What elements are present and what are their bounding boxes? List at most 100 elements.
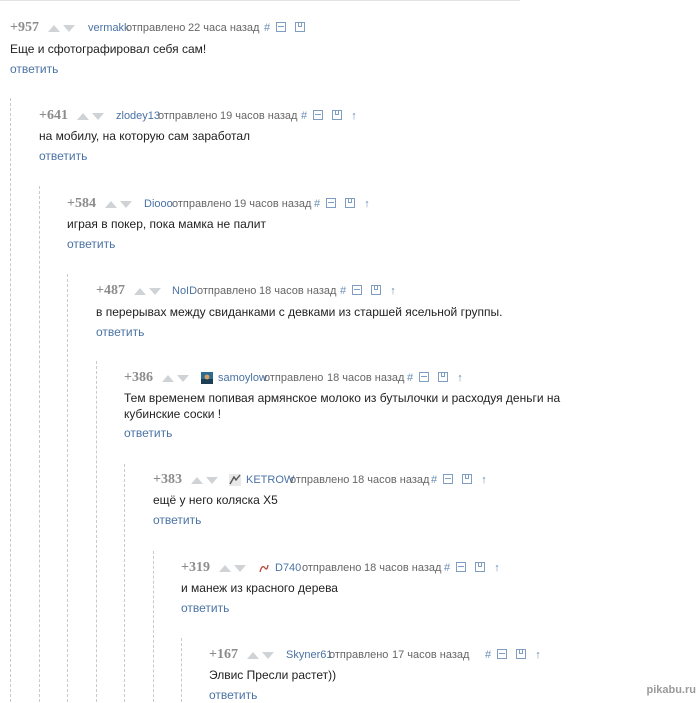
parent-arrow-icon[interactable]: ↑ [351,106,357,126]
permalink-icon[interactable]: # [444,558,450,578]
comment-tools: # ↑ [301,106,363,126]
permalink-icon[interactable]: # [301,106,307,126]
comment-time: 17 часов назад [392,649,470,661]
permalink-icon[interactable]: # [431,470,437,490]
comment-text: ещё у него коляска X5 [153,493,278,507]
comment-header: +167 Skyner61 отправлено 17 часов назад … [209,645,700,665]
vote-down-icon[interactable] [120,201,132,209]
vote-arrows [219,558,249,578]
comment-author[interactable]: NoID [172,281,197,301]
vote-arrows [105,194,135,214]
save-icon[interactable] [345,198,356,208]
comment-time: 19 часов назад [220,110,298,122]
collapse-icon[interactable] [456,562,467,572]
comment-author[interactable]: Diooo [144,194,173,214]
vote-up-icon[interactable] [105,201,117,209]
vote-up-icon[interactable] [162,375,174,383]
vote-down-icon[interactable] [149,288,161,296]
comment-header: +641 zlodey13 отправлено 19 часов назад … [39,106,700,126]
sent-label: отправлено [197,285,257,297]
comment-author[interactable]: KETROW [246,470,294,490]
vote-down-icon[interactable] [206,477,218,485]
collapse-icon[interactable] [313,110,324,120]
comment-author[interactable]: samoylow [218,368,267,388]
comment-rating: +383 [153,472,182,487]
reply-link[interactable]: ответить [153,512,700,528]
reply-link[interactable]: ответить [124,425,700,441]
reply-link[interactable]: ответить [181,600,700,616]
vote-arrows [247,645,277,665]
vote-down-icon[interactable] [234,565,246,573]
top-divider [0,0,520,1]
collapse-icon[interactable] [276,22,287,32]
save-icon[interactable] [371,285,382,295]
vote-up-icon[interactable] [134,288,146,296]
vote-arrows [162,368,192,388]
vote-up-icon[interactable] [77,113,89,121]
reply-link[interactable]: ответить [67,236,700,252]
comment-text: Элвис Пресли растет)) [209,668,337,682]
sent-label: отправлено [126,22,186,34]
site-watermark: pikabu.ru [646,684,696,696]
reply-link[interactable]: ответить [209,687,700,703]
avatar [201,368,217,388]
parent-arrow-icon[interactable]: ↑ [535,645,541,665]
comment-header: +487 NoID отправлено 18 часов назад # ↑ [96,281,700,301]
parent-arrow-icon[interactable]: ↑ [364,194,370,214]
collapse-icon[interactable] [443,474,454,484]
vote-up-icon[interactable] [48,25,60,33]
vote-arrows [48,18,78,38]
vote-up-icon[interactable] [219,565,231,573]
save-icon[interactable] [332,110,343,120]
comment-tools: # ↑ [444,558,506,578]
parent-arrow-icon[interactable]: ↑ [481,470,487,490]
vote-down-icon[interactable] [262,652,274,660]
comment-header: +584 Diooo отправлено 19 часов назад # ↑ [67,194,700,214]
comment-tools: # ↑ [407,368,469,388]
parent-arrow-icon[interactable]: ↑ [457,368,463,388]
save-icon[interactable] [295,22,306,32]
save-icon[interactable] [462,474,473,484]
reply-link[interactable]: ответить [39,148,700,164]
avatar [258,558,274,578]
permalink-icon[interactable]: # [264,18,270,38]
permalink-icon[interactable]: # [407,368,413,388]
comment-text: играя в покер, пока мамка не палит [67,217,266,231]
comment-time: 18 часов назад [364,562,442,574]
collapse-icon[interactable] [497,649,508,659]
collapse-icon[interactable] [326,198,337,208]
comment-time: 18 часов назад [259,285,337,297]
reply-link[interactable]: ответить [10,61,700,77]
comment-author[interactable]: Skyner61 [286,645,332,665]
vote-down-icon[interactable] [92,113,104,121]
parent-arrow-icon[interactable]: ↑ [390,281,396,301]
comment-author[interactable]: vermakk [88,18,130,38]
comment-tools: # ↑ [431,470,493,490]
vote-down-icon[interactable] [63,25,75,33]
save-icon[interactable] [475,562,486,572]
reply-link[interactable]: ответить [96,324,700,340]
comment-time: 22 часа назад [188,22,260,34]
sent-label: отправлено [264,372,324,384]
vote-up-icon[interactable] [191,477,203,485]
collapse-icon[interactable] [419,372,430,382]
permalink-icon[interactable]: # [340,281,346,301]
comment-author[interactable]: D740 [275,558,301,578]
collapse-icon[interactable] [352,285,363,295]
comment-rating: +319 [181,560,210,575]
comment-rating: +641 [39,108,68,123]
comment-author[interactable]: zlodey13 [116,106,160,126]
sent-label: отправлено [290,474,350,486]
permalink-icon[interactable]: # [485,645,491,665]
comment-text: в перерывах между свиданками с девками и… [96,305,503,319]
comment-time: 18 часов назад [327,372,405,384]
save-icon[interactable] [516,649,527,659]
vote-arrows [134,281,164,301]
vote-down-icon[interactable] [177,375,189,383]
vote-up-icon[interactable] [247,652,259,660]
save-icon[interactable] [438,372,449,382]
comment-header: +957 vermakk отправлено 22 часа назад # [10,18,700,38]
comment-header: +386 samoylow отправлено 18 часов назад … [124,368,700,388]
parent-arrow-icon[interactable]: ↑ [494,558,500,578]
permalink-icon[interactable]: # [314,194,320,214]
